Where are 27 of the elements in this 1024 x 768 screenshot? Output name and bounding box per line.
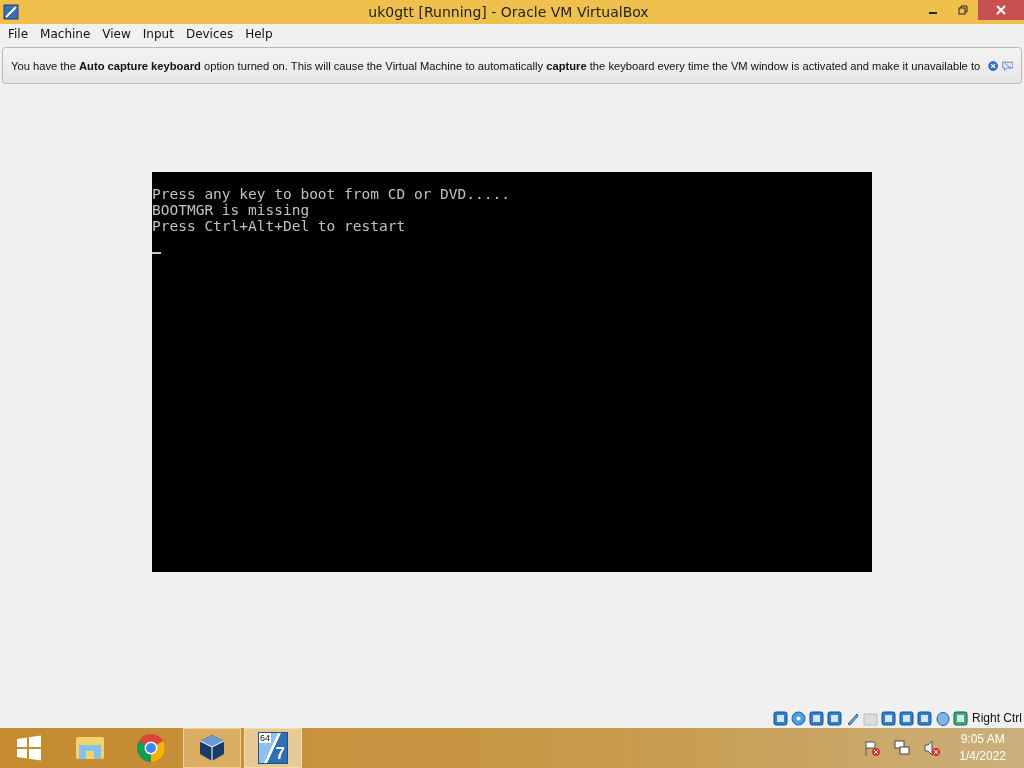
taskbar-button[interactable] (183, 728, 241, 768)
menu-item[interactable]: Machine (34, 27, 97, 41)
menu-item[interactable]: Input (136, 27, 180, 41)
speaker-muted-icon[interactable] (923, 739, 942, 757)
cube-icon (198, 733, 226, 763)
optical-disc-icon[interactable] (791, 710, 806, 726)
restore-icon (958, 5, 968, 15)
console-line: BOOTMGR is missing (152, 202, 311, 218)
menu-item[interactable]: View (96, 27, 137, 41)
host-key-label: Right Ctrl (972, 711, 1022, 725)
app-tile-icon: 64 7 (258, 732, 288, 764)
browser-icon (136, 733, 166, 763)
window-title: uk0gtt [Running] - Oracle VM VirtualBox (367, 4, 650, 20)
console-line: Press any key to boot from CD or DVD..... (152, 186, 511, 202)
menu-item[interactable]: File (2, 27, 35, 41)
taskbar-button[interactable]: 64 7 (244, 728, 302, 768)
menu-item[interactable]: Help (239, 27, 279, 41)
close-button[interactable] (978, 0, 1024, 20)
close-icon (996, 5, 1006, 15)
app-icon (3, 4, 19, 20)
vm-screen[interactable]: Press any key to boot from CD or DVD..... BOOTMGR is missing Press Ctrl+Alt+Del to restart (152, 172, 872, 572)
notification-text: You have the Auto capture keyboard option turned on. This will cause the Virtual Machine to automatically capture the keyboard every time the VM window is activated and make it unavailable to (11, 59, 981, 72)
flag-error-icon[interactable] (863, 739, 882, 757)
minimize-icon (929, 12, 937, 14)
windows-logo-icon (15, 734, 43, 762)
menu-item[interactable]: Devices (179, 27, 240, 41)
console-line: Press Ctrl+Alt+Del to restart (152, 218, 407, 234)
